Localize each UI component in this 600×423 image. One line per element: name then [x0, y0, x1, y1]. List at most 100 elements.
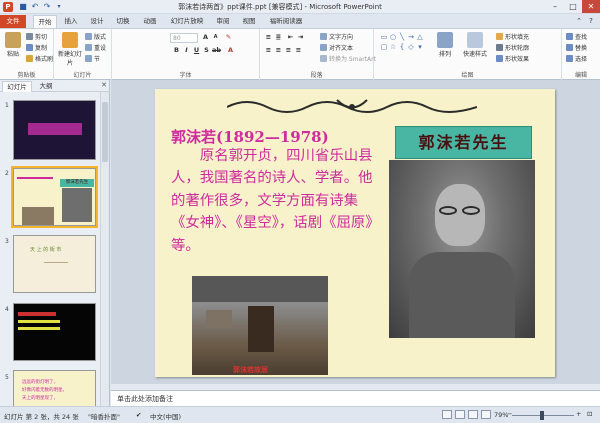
slideshow-view-icon[interactable] — [481, 410, 491, 419]
bold-icon[interactable]: B — [172, 46, 181, 55]
justify-icon[interactable]: ≡ — [294, 46, 303, 55]
qat-customize-icon[interactable]: ▾ — [54, 2, 64, 12]
align-text-button[interactable]: 对齐文本 — [320, 44, 353, 53]
shape-arrow-icon[interactable]: → — [407, 33, 415, 41]
select-button[interactable]: 选择 — [566, 55, 587, 64]
shape-star-icon[interactable]: ☆ — [389, 43, 397, 51]
underline-icon[interactable]: U — [192, 46, 201, 55]
help-icon[interactable]: ? — [586, 16, 596, 26]
reset-button[interactable]: 重设 — [85, 44, 106, 53]
zoom-in-icon[interactable]: + — [576, 410, 581, 418]
thumb5-line-2: 好像闪着无数的明星。 — [22, 388, 67, 393]
tab-home[interactable]: 开始 — [33, 15, 57, 28]
copy-button[interactable]: 复制 — [26, 44, 47, 53]
scrollbar-thumb[interactable] — [102, 102, 108, 162]
shape-brace-icon[interactable]: { — [398, 43, 406, 51]
language-indicator[interactable]: 中文(中国) — [150, 411, 181, 421]
zoom-out-icon[interactable]: − — [507, 410, 512, 418]
italic-icon[interactable]: I — [182, 46, 191, 55]
shape-fill-button[interactable]: 形状填充 — [496, 33, 529, 42]
shadow-icon[interactable]: S — [202, 46, 211, 55]
strikethrough-icon[interactable]: ab — [212, 46, 221, 55]
shape-triangle-icon[interactable]: △ — [416, 33, 424, 41]
reading-view-icon[interactable] — [468, 410, 478, 419]
smartart-button[interactable]: 转换为 SmartArt — [320, 55, 376, 64]
slide-thumbnail-2[interactable]: 郭沫若先生 — [11, 166, 98, 228]
bullets-icon[interactable]: ≡ — [264, 33, 273, 42]
shape-outline-button[interactable]: 形状轮廓 — [496, 44, 529, 53]
section-icon — [85, 55, 92, 62]
shape-more-icon[interactable]: ▾ — [416, 43, 424, 51]
zoom-slider-handle[interactable] — [540, 411, 544, 420]
replace-button[interactable]: 替换 — [566, 44, 587, 53]
tab-animations[interactable]: 动画 — [140, 15, 160, 28]
pane-close-icon[interactable]: ✕ — [101, 81, 107, 89]
notes-pane[interactable]: 单击此处添加备注 — [111, 390, 600, 406]
portrait-photo[interactable] — [389, 160, 535, 338]
minimize-icon[interactable]: – — [546, 0, 564, 13]
paste-button[interactable]: 粘贴 — [2, 32, 24, 58]
shape-oval-icon[interactable]: ○ — [389, 33, 397, 41]
ribbon-collapse-icon[interactable]: ⌃ — [574, 16, 584, 26]
shrink-font-icon[interactable]: A — [211, 33, 220, 42]
redo-icon[interactable]: ↷ — [42, 2, 52, 12]
spellcheck-icon[interactable]: ✔ — [136, 411, 141, 419]
find-icon — [566, 33, 573, 40]
format-painter-button[interactable]: 格式刷 — [26, 55, 53, 64]
quick-styles-button[interactable]: 快速样式 — [460, 32, 490, 58]
current-slide[interactable]: 郭沫若(1892—1978) 原名郭开贞，四川省乐山县人，我国著名的诗人、学者。… — [155, 89, 555, 377]
align-right-icon[interactable]: ≡ — [284, 46, 293, 55]
shape-callout-icon[interactable]: ◇ — [407, 43, 415, 51]
layout-button[interactable]: 版式 — [85, 33, 106, 42]
maximize-icon[interactable]: □ — [564, 0, 582, 13]
name-badge[interactable]: 郭沫若先生 — [395, 126, 532, 159]
grow-font-icon[interactable]: A — [201, 33, 210, 42]
align-left-icon[interactable]: ≡ — [264, 46, 273, 55]
pane-scrollbar[interactable] — [100, 92, 109, 406]
tab-transitions[interactable]: 切换 — [113, 15, 133, 28]
save-icon[interactable]: ■ — [18, 2, 28, 12]
slide-counter: 幻灯片 第 2 张，共 24 张 — [4, 413, 79, 421]
decrease-indent-icon[interactable]: ⇤ — [286, 33, 295, 42]
font-size-combo[interactable]: 80 — [170, 33, 198, 43]
align-center-icon[interactable]: ≡ — [274, 46, 283, 55]
font-color-icon[interactable]: A — [226, 46, 235, 55]
increase-indent-icon[interactable]: ⇥ — [296, 33, 305, 42]
new-slide-button[interactable]: 新建幻灯片 — [57, 32, 83, 67]
house-window — [206, 310, 232, 328]
clear-format-icon[interactable]: ✎ — [224, 33, 233, 42]
cut-button[interactable]: 剪切 — [26, 33, 47, 42]
numbering-icon[interactable]: ≣ — [274, 33, 283, 42]
tab-insert[interactable]: 插入 — [61, 15, 81, 28]
tab-outline[interactable]: 大纲 — [34, 81, 58, 92]
text-direction-button[interactable]: 文字方向 — [320, 33, 353, 42]
arrange-button[interactable]: 排列 — [434, 32, 456, 58]
slide-body-text[interactable]: 原名郭开贞，四川省乐山县人，我国著名的诗人、学者。他的著作很多，文学方面有诗集《… — [171, 145, 375, 257]
tab-view[interactable]: 视图 — [239, 15, 259, 28]
shape-effects-button[interactable]: 形状效果 — [496, 55, 529, 64]
fit-window-icon[interactable]: ⊡ — [587, 410, 592, 418]
normal-view-icon[interactable] — [442, 410, 452, 419]
tab-review[interactable]: 审阅 — [213, 15, 233, 28]
shape-rounded-rect-icon[interactable]: ▢ — [380, 43, 388, 51]
slide-thumbnail-5[interactable]: 远远的街灯明了， 好像闪着无数的明星。 天上的明星现了， — [13, 370, 96, 406]
tab-foxit[interactable]: 福昕阅读器 — [266, 15, 306, 28]
slide-thumbnail-1[interactable] — [13, 100, 96, 160]
house-photo[interactable] — [192, 276, 328, 375]
tab-slideshow[interactable]: 幻灯片放映 — [167, 15, 207, 28]
shape-line-icon[interactable]: ╲ — [398, 33, 406, 41]
tab-slides[interactable]: 幻灯片 — [2, 81, 32, 92]
tab-file[interactable]: 文件 — [0, 15, 26, 28]
undo-icon[interactable]: ↶ — [30, 2, 40, 12]
notes-placeholder[interactable]: 单击此处添加备注 — [117, 394, 173, 404]
tab-design[interactable]: 设计 — [87, 15, 107, 28]
slide-sorter-icon[interactable] — [455, 410, 465, 419]
house-roof — [192, 276, 328, 302]
find-button[interactable]: 查找 — [566, 33, 587, 42]
section-button[interactable]: 节 — [85, 55, 100, 64]
close-icon[interactable]: ✕ — [582, 0, 600, 13]
slide-thumbnail-3[interactable]: 天 上 的 街 市 — [13, 235, 96, 293]
slide-thumbnail-4[interactable] — [13, 303, 96, 361]
slide-title[interactable]: 郭沫若(1892—1978) — [171, 126, 329, 147]
shape-rectangle-icon[interactable]: ▭ — [380, 33, 388, 41]
